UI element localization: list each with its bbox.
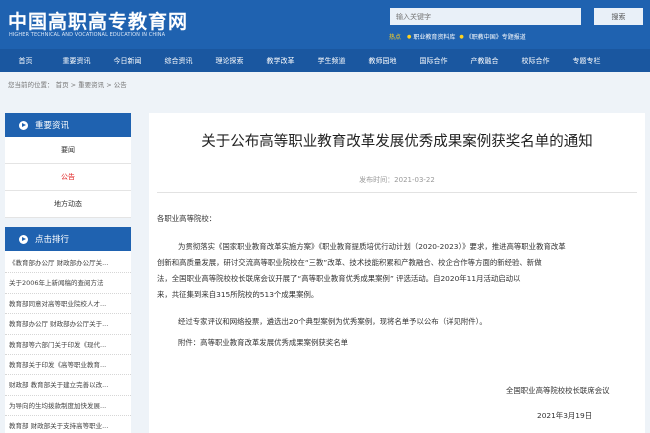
play-circle-icon: [19, 234, 28, 244]
main-nav: 首页 重要资讯 今日新闻 综合资讯 理论探索 教学改革 学生频道 教师园地 国际…: [0, 49, 650, 72]
rank-item[interactable]: 教育部办公厅 财政部办公厅关于...: [5, 314, 131, 335]
nav-item-general-news[interactable]: 综合资讯: [153, 56, 204, 66]
body-line: 法，全国职业高等院校校长联席会议开展了“高等职业教育优秀成果案例” 评选活动。自…: [157, 274, 521, 283]
signature: 全国职业高等院校校长联席会议: [506, 386, 610, 395]
nav-item-important-news[interactable]: 重要资讯: [51, 56, 102, 66]
attachment-link[interactable]: 附件：高等职业教育改革发展优秀成果案例获奖名单: [178, 335, 348, 351]
search-input[interactable]: [390, 8, 581, 25]
rank-list: 《教育部办公厅 财政部办公厅关... 关于2006年上新闻稿的查阅方法 教育部同…: [5, 251, 131, 433]
sidebar: 重要资讯 要闻 公告 地方动态 点击排行 《教育部办公厅 财政部办公厅关... …: [5, 113, 131, 433]
hot-label: 热点: [389, 34, 402, 41]
body-paragraph: 经过专家评议和网络投票，遴选出20个典型案例为优秀案例，现将名单予以公布（详见附…: [178, 317, 487, 326]
nav-item-teachers[interactable]: 教师园地: [357, 56, 408, 66]
rank-item[interactable]: 教育部 财政部关于支持高等职业...: [5, 416, 131, 433]
article-title: 关于公布高等职业教育改革发展优秀成果案例获奖名单的通知: [201, 134, 593, 150]
rank-header: 点击排行: [5, 227, 131, 251]
publish-date: 发布时间：2021-03-22: [359, 176, 435, 184]
divider: [157, 192, 637, 193]
rank-item[interactable]: 为导向的生均拨款制度加快发展...: [5, 396, 131, 417]
rank-item[interactable]: 财政部 教育部关于建立完善以改...: [5, 375, 131, 396]
site-logo-subtitle: HIGHER TECHNICAL AND VOCATIONAL EDUCATIO…: [9, 32, 166, 38]
bullet-icon: ●: [459, 33, 464, 40]
rank-item[interactable]: 教育部关于印发《高等职业教育...: [5, 355, 131, 376]
sidebar-item-local-news[interactable]: 地方动态: [5, 191, 131, 218]
nav-item-today-news[interactable]: 今日新闻: [102, 56, 153, 66]
sidebar-item-announcements[interactable]: 公告: [5, 164, 131, 191]
nav-item-special-topics[interactable]: 专题专栏: [561, 56, 612, 66]
body-line: 为贯彻落实《国家职业教育改革实施方案》《职业教育提质培优行动计划（2020-20…: [178, 242, 566, 251]
sidebar-item-news[interactable]: 要闻: [5, 137, 131, 164]
sidebar-section-title: 重要资讯: [35, 121, 70, 131]
rank-title: 点击排行: [35, 235, 70, 245]
hot-link-database[interactable]: 职业教育资料库: [413, 32, 455, 41]
search-button[interactable]: 搜索: [594, 8, 643, 25]
sidebar-section-header: 重要资讯: [5, 113, 131, 137]
salutation: 各职业高等院校：: [157, 214, 217, 223]
nav-item-school-cooperation[interactable]: 校际合作: [510, 56, 561, 66]
rank-item[interactable]: 关于2006年上新闻稿的查阅方法: [5, 273, 131, 294]
breadcrumb: 您当前的位置： 首页 > 重要资讯 > 公告: [8, 81, 127, 89]
rank-item[interactable]: 教育部等六部门关于印发《现代...: [5, 335, 131, 355]
sidebar-links: 要闻 公告 地方动态: [5, 137, 131, 218]
hot-link-report[interactable]: 《职教中国》专题报道: [466, 32, 526, 41]
nav-item-students[interactable]: 学生频道: [306, 56, 357, 66]
body-line: 来，共征集到来自315所院校的513个成果案例。: [157, 290, 319, 299]
body-line: 创新和高质量发展，研讨交流高等职业院校在“三教”改革、技术技能积累和产教融合、校…: [157, 258, 542, 267]
rank-item[interactable]: 《教育部办公厅 财政部办公厅关...: [5, 253, 131, 274]
nav-item-teaching-reform[interactable]: 教学改革: [255, 56, 306, 66]
nav-item-home[interactable]: 首页: [0, 56, 51, 66]
rank-item[interactable]: 教育部同意对高等职业院校人才...: [5, 294, 131, 315]
nav-item-industry-education[interactable]: 产教融合: [459, 56, 510, 66]
hot-links-bar: 热点 ● 职业教育资料库 ● 《职教中国》专题报道: [389, 32, 526, 42]
site-header: 中国高职高专教育网 HIGHER TECHNICAL AND VOCATIONA…: [0, 0, 650, 49]
bullet-icon: ●: [407, 33, 412, 40]
site-logo[interactable]: 中国高职高专教育网: [8, 7, 188, 34]
article-panel: 关于公布高等职业教育改革发展优秀成果案例获奖名单的通知 发布时间：2021-03…: [149, 113, 645, 433]
nav-item-international[interactable]: 国际合作: [408, 56, 459, 66]
nav-item-theory[interactable]: 理论探索: [204, 56, 255, 66]
play-circle-icon: [19, 120, 28, 130]
sign-date: 2021年3月19日: [537, 411, 593, 420]
